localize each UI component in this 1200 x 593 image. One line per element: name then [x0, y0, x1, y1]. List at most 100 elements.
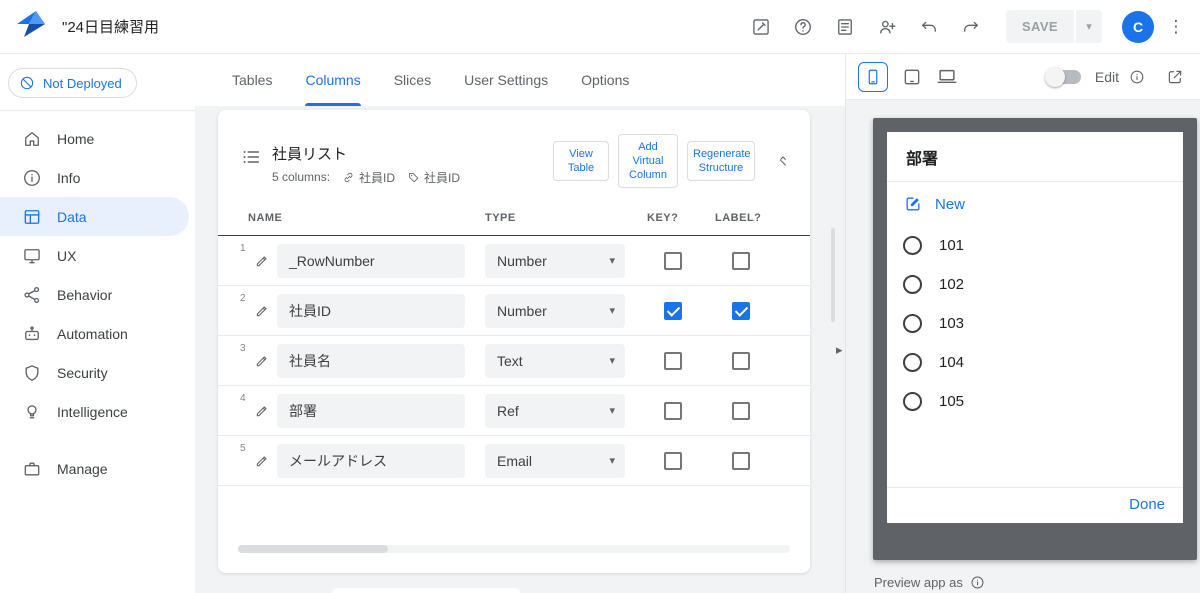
column-type-select[interactable]: Email ▾	[485, 443, 625, 478]
row-number: 3	[240, 343, 246, 354]
header-name: NAME	[248, 212, 283, 224]
save-dropdown-icon[interactable]: ▾	[1076, 10, 1102, 43]
edit-mode-icon[interactable]	[748, 14, 774, 40]
tab-tables[interactable]: Tables	[232, 54, 272, 106]
column-type-select[interactable]: Number ▾	[485, 293, 625, 328]
key-checkbox[interactable]	[664, 401, 682, 420]
sidebar-nav: Home Info Data UX Behavior Automation Se…	[0, 119, 195, 488]
tab-slices[interactable]: Slices	[394, 54, 431, 106]
mobile-device-button[interactable]	[858, 61, 888, 92]
sidebar-item-security[interactable]: Security	[0, 353, 189, 392]
device-bar: Edit	[846, 54, 1200, 100]
sidebar-item-info[interactable]: Info	[0, 158, 189, 197]
column-name-input[interactable]: _RowNumber	[277, 243, 465, 278]
data-tabs: Tables Columns Slices User Settings Opti…	[195, 54, 845, 106]
key-column-tag[interactable]: 社員ID	[342, 169, 395, 186]
topbar-actions: SAVE ▾ C ⋮	[732, 10, 1186, 43]
edit-info-icon[interactable]	[1124, 64, 1150, 90]
vertical-scrollbar-thumb[interactable]	[831, 228, 835, 322]
edit-column-icon[interactable]	[254, 353, 270, 369]
save-button[interactable]: SAVE	[1005, 10, 1074, 43]
new-edit-icon	[906, 197, 920, 211]
desktop-device-button[interactable]	[936, 66, 958, 88]
sidebar-item-home[interactable]: Home	[0, 119, 189, 158]
preview-info-icon[interactable]	[969, 573, 987, 591]
tablet-device-button[interactable]	[902, 67, 922, 87]
add-virtual-column-button[interactable]: Add Virtual Column	[618, 133, 678, 189]
appsheet-logo-icon[interactable]	[16, 10, 46, 43]
more-menu-icon[interactable]: ⋮	[1166, 17, 1186, 37]
sidebar-item-automation[interactable]: Automation	[0, 314, 189, 353]
app-view-title: 部署	[906, 151, 939, 168]
done-button[interactable]: Done	[1129, 496, 1165, 513]
edit-column-icon[interactable]	[254, 253, 270, 269]
tab-user-settings[interactable]: User Settings	[464, 54, 548, 106]
label-checkbox[interactable]	[732, 301, 750, 320]
lightbulb-icon	[22, 402, 42, 422]
tab-options[interactable]: Options	[581, 54, 629, 106]
tab-label: User Settings	[464, 72, 549, 88]
open-in-new-icon[interactable]	[1162, 64, 1188, 90]
redo-icon[interactable]	[958, 14, 984, 40]
option-row-103[interactable]: 103	[887, 304, 1183, 343]
share-app-icon[interactable]	[874, 14, 900, 40]
option-row-105[interactable]: 105	[887, 382, 1183, 421]
key-checkbox[interactable]	[664, 251, 682, 270]
phone-icon	[868, 69, 878, 84]
option-row-101[interactable]: 101	[887, 226, 1183, 265]
shield-icon	[22, 363, 42, 383]
table-row: 3 社員名 Text ▾	[218, 336, 810, 386]
option-row-102[interactable]: 102	[887, 265, 1183, 304]
column-name-input[interactable]: メールアドレス	[277, 443, 465, 478]
edit-column-icon[interactable]	[254, 453, 270, 469]
option-label: 105	[939, 393, 965, 410]
column-name-input[interactable]: 社員ID	[277, 293, 465, 328]
help-icon[interactable]	[790, 14, 816, 40]
label-checkbox[interactable]	[732, 351, 750, 370]
label-column-tag[interactable]: 社員ID	[407, 169, 460, 186]
sidebar-item-manage[interactable]: Manage	[0, 449, 189, 488]
table-row: 4 部署 Ref ▾	[218, 386, 810, 436]
edit-column-icon[interactable]	[254, 403, 270, 419]
expand-panel-handle[interactable]: ▸	[836, 342, 843, 358]
horizontal-scrollbar-thumb[interactable]	[238, 545, 388, 553]
new-item-button[interactable]: New	[887, 182, 1183, 226]
column-type-select[interactable]: Number ▾	[485, 243, 625, 278]
main-area: Tables Columns Slices User Settings Opti…	[195, 54, 845, 593]
docs-icon[interactable]	[832, 14, 858, 40]
undo-icon[interactable]	[916, 14, 942, 40]
next-table-card-peek	[332, 588, 520, 593]
view-table-button[interactable]: View Table	[553, 140, 609, 182]
collapse-table-icon[interactable]	[770, 148, 796, 174]
label-checkbox[interactable]	[732, 401, 750, 420]
preview-app-as-label: Preview app as	[874, 574, 963, 590]
key-checkbox[interactable]	[664, 301, 682, 320]
sidebar-item-label: Data	[57, 208, 87, 225]
chevron-down-icon: ▾	[609, 355, 615, 367]
sidebar-item-ux[interactable]: UX	[0, 236, 189, 275]
tab-columns[interactable]: Columns	[305, 54, 361, 106]
radio-icon	[903, 392, 922, 411]
deploy-status-badge[interactable]: Not Deployed	[8, 68, 137, 98]
key-checkbox[interactable]	[664, 451, 682, 470]
option-row-104[interactable]: 104	[887, 343, 1183, 382]
edit-toggle[interactable]	[1044, 66, 1081, 87]
label-checkbox[interactable]	[732, 251, 750, 270]
sidebar-divider	[0, 110, 195, 111]
key-checkbox[interactable]	[664, 351, 682, 370]
column-type-select[interactable]: Text ▾	[485, 343, 625, 378]
label-checkbox[interactable]	[732, 451, 750, 470]
sidebar-item-behavior[interactable]: Behavior	[0, 275, 189, 314]
user-avatar[interactable]: C	[1122, 10, 1154, 43]
sidebar-item-data[interactable]: Data	[0, 197, 189, 236]
header-type: TYPE	[485, 212, 516, 224]
save-button-group: SAVE ▾	[1005, 10, 1102, 43]
sidebar-item-intelligence[interactable]: Intelligence	[0, 392, 189, 431]
horizontal-scrollbar[interactable]	[238, 545, 790, 553]
edit-column-icon[interactable]	[254, 303, 270, 319]
column-name-input[interactable]: 社員名	[277, 343, 465, 378]
column-name-input[interactable]: 部署	[277, 393, 465, 428]
column-type-select[interactable]: Ref ▾	[485, 393, 625, 428]
regenerate-structure-button[interactable]: Regenerate Structure	[687, 140, 755, 182]
table-list-icon[interactable]	[238, 144, 264, 170]
